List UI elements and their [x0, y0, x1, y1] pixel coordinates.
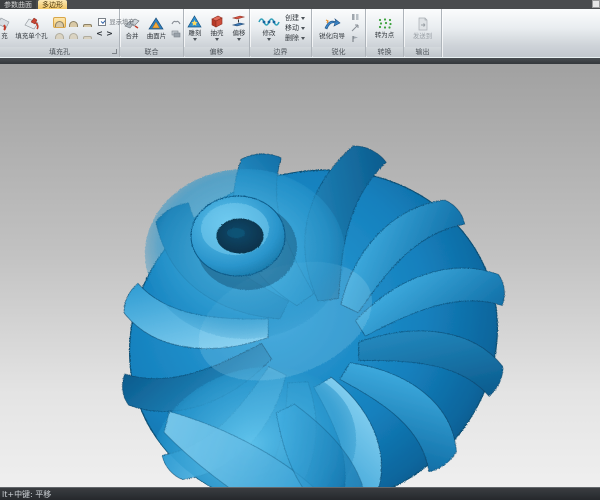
ribbon-tab-strip: 参数曲面 多边形 [0, 0, 600, 9]
next-hole-button[interactable]: > [105, 30, 114, 39]
arch-complete-icon [55, 33, 64, 39]
modify-boundary-label: 修改 [263, 29, 276, 36]
group-label-combine: 联合 [120, 47, 183, 57]
dropdown-arrow-icon [237, 38, 241, 41]
fill-flat-button[interactable] [81, 17, 94, 28]
group-combine: 合并 曲面片 [120, 9, 184, 57]
send-to-button[interactable]: 发送到 [410, 17, 435, 40]
application-window: 参数曲面 多边形 充 [0, 0, 600, 500]
show-fill-checkbox-row: 显示填充 [98, 17, 136, 27]
sharpen-bars-button[interactable] [350, 12, 361, 22]
fill-all-label: 充 [1, 32, 7, 39]
surface-patch-icon [148, 17, 164, 31]
ribbon-toolbar: 充 填充单个孔 [0, 9, 600, 58]
create-boundary-button[interactable]: 创建 [285, 14, 305, 23]
send-to-document-icon [416, 17, 430, 31]
group-label-offsets: 偏移 [184, 47, 249, 57]
surface-patch-button[interactable]: 曲面片 [144, 17, 169, 40]
group-label-boundaries: 边界 [250, 47, 311, 57]
sharpen-wizard-icon [323, 17, 341, 31]
link-meshes-button[interactable] [171, 18, 182, 28]
fill-single-hole-button[interactable]: 填充单个孔 [12, 17, 51, 40]
flag-icon [351, 35, 360, 43]
sharpen-flag-button[interactable] [350, 34, 361, 44]
mouse-hint-text: lt+中键: 平移 [0, 489, 51, 500]
dropdown-arrow-icon [301, 37, 305, 40]
points-grid-icon [377, 17, 393, 30]
checkmark-icon [100, 19, 105, 24]
layers-button[interactable] [171, 29, 182, 39]
sharpen-wizard-button[interactable]: 锐化向导 [316, 17, 348, 40]
move-boundary-label: 移动 [285, 24, 299, 33]
modify-wave-icon [258, 15, 280, 28]
fill-all-icon [0, 17, 10, 31]
shell-icon [209, 15, 224, 28]
delete-boundary-label: 删除 [285, 34, 299, 43]
group-fill-holes: 充 填充单个孔 [0, 9, 120, 57]
surface-patch-label: 曲面片 [146, 32, 165, 39]
arch-bridge-icon [83, 36, 92, 39]
fill-bridge-button[interactable] [81, 29, 94, 40]
diagonal-arrow-icon [351, 24, 360, 32]
status-bar: lt+中键: 平移 [0, 487, 600, 500]
sculpt-button[interactable]: 雕刻 [185, 15, 204, 41]
merge-label: 合并 [125, 32, 138, 39]
fill-single-hole-icon [24, 17, 40, 31]
group-sharpening: 锐化向导 [312, 9, 366, 57]
move-boundary-button[interactable]: 移动 [285, 24, 305, 33]
dropdown-arrow-icon [301, 27, 305, 30]
sculpt-label: 雕刻 [188, 29, 201, 36]
tab-parametric-surface[interactable]: 参数曲面 [0, 0, 36, 9]
fill-tangent-button[interactable] [67, 17, 80, 28]
group-label-output: 输出 [404, 47, 441, 57]
create-boundary-label: 创建 [285, 14, 299, 23]
group-dialog-launcher-icon[interactable] [112, 49, 117, 54]
fill-curvature-button[interactable] [53, 17, 66, 28]
dropdown-arrow-icon [301, 17, 305, 20]
sharpen-wizard-label: 锐化向导 [319, 32, 345, 39]
group-output: 发送到 输出 [404, 9, 442, 57]
convert-to-points-label: 转为点 [375, 31, 394, 38]
arch-tangent-icon [69, 21, 78, 27]
tab-polygons[interactable]: 多边形 [38, 0, 67, 9]
offset-button[interactable]: 偏移 [229, 15, 248, 41]
dropdown-arrow-icon [193, 38, 197, 41]
show-fill-checkbox[interactable] [98, 18, 106, 26]
model-3d-impeller[interactable] [0, 64, 600, 487]
fill-single-hole-label: 填充单个孔 [15, 32, 47, 39]
group-label-sharpening: 锐化 [312, 47, 365, 57]
group-offsets: 雕刻 抽壳 [184, 9, 250, 57]
fill-all-button[interactable]: 充 [0, 17, 12, 40]
window-corner-fragment [592, 0, 600, 8]
arch-flat-icon [83, 24, 92, 27]
viewport-3d[interactable] [0, 64, 600, 487]
group-label-convert: 转换 [366, 47, 403, 57]
offset-label: 偏移 [232, 29, 245, 36]
sharpen-arrow-button[interactable] [350, 23, 361, 33]
shell-button[interactable]: 抽壳 [207, 15, 226, 41]
impeller-mesh [59, 89, 560, 487]
group-convert: 转为点 转换 [366, 9, 404, 57]
dropdown-arrow-icon [215, 38, 219, 41]
delete-boundary-button[interactable]: 删除 [285, 34, 305, 43]
prev-hole-button[interactable]: < [95, 30, 104, 39]
send-to-label: 发送到 [413, 32, 432, 39]
bars-icon [351, 13, 360, 21]
arch-partial-icon [69, 33, 78, 39]
dropdown-arrow-icon [267, 38, 271, 41]
group-label-fill-holes: 填充孔 [0, 47, 119, 57]
fill-complete-button[interactable] [53, 29, 66, 40]
group-boundaries: 修改 创建 移动 删除 [250, 9, 312, 57]
modify-boundary-button[interactable]: 修改 [256, 15, 282, 41]
arch-curvature-icon [55, 21, 64, 27]
layers-icon [171, 30, 181, 38]
offset-icon [231, 15, 246, 28]
shell-label: 抽壳 [210, 29, 223, 36]
fill-partial-button[interactable] [67, 29, 80, 40]
convert-to-points-button[interactable]: 转为点 [372, 17, 397, 39]
sculpt-icon [187, 15, 202, 28]
show-fill-label: 显示填充 [109, 18, 134, 27]
link-icon [171, 19, 181, 27]
